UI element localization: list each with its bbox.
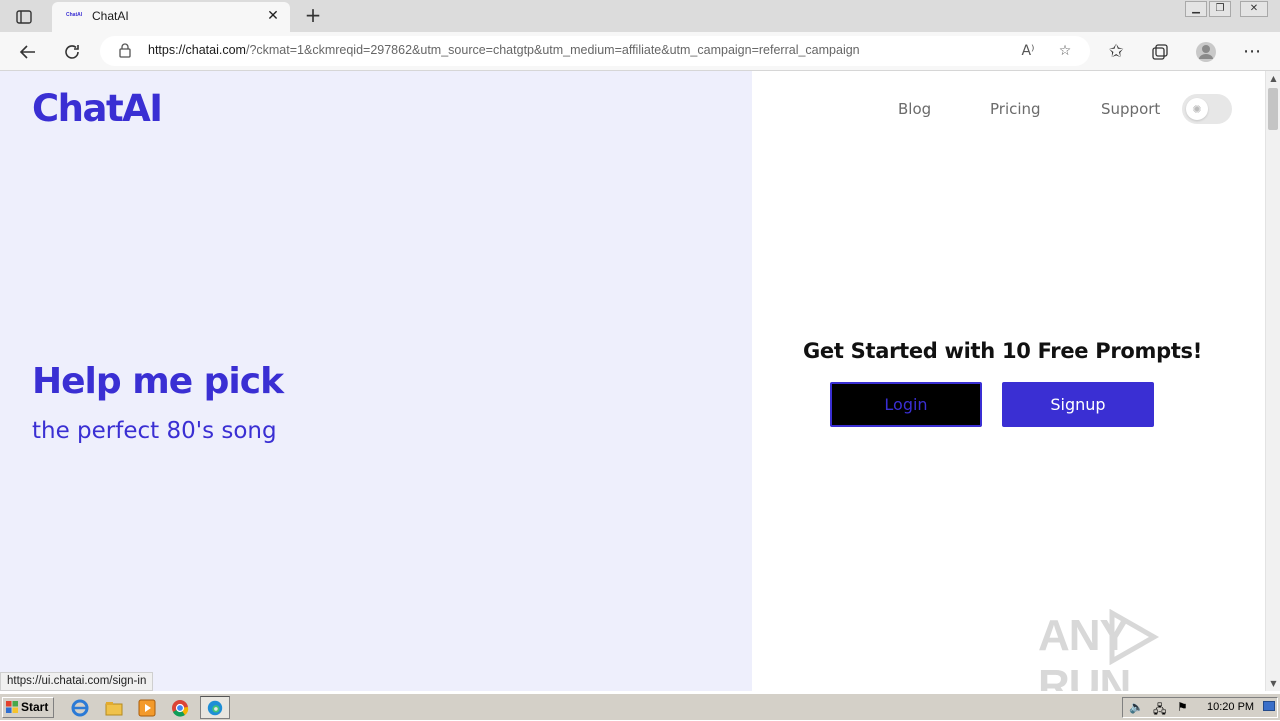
url-text[interactable]: https://chatai.com/?ckmat=1&ckmreqid=297… (148, 43, 860, 57)
site-logo[interactable]: ChatAI (32, 87, 163, 130)
edge-taskbar-button[interactable] (200, 696, 230, 719)
browser-tab-chatai[interactable]: ChatAI ChatAI ✕ (52, 2, 290, 32)
lock-icon[interactable] (118, 42, 132, 58)
profile-avatar-icon[interactable] (1192, 38, 1220, 66)
tab-favicon-icon: ChatAI (66, 12, 83, 18)
browser-tab-strip: ChatAI ChatAI ✕ + ▁ ❐ ✕ (0, 0, 1280, 32)
login-button[interactable]: Login (830, 382, 982, 427)
page-viewport: ChatAI Help me pick the perfect 80's son… (0, 71, 1265, 691)
tab-title: ChatAI (92, 9, 129, 23)
start-button[interactable]: Start (2, 697, 54, 718)
nav-link-blog[interactable]: Blog (898, 100, 931, 118)
collections-icon[interactable] (1146, 38, 1174, 66)
theme-toggle[interactable]: ✺ (1182, 94, 1232, 124)
start-label: Start (21, 700, 49, 714)
cta-title: Get Started with 10 Free Prompts! (803, 339, 1203, 363)
file-explorer-icon[interactable] (104, 698, 124, 718)
browser-toolbar: https://chatai.com/?ckmat=1&ckmreqid=297… (0, 32, 1280, 71)
restore-icon[interactable]: ❐ (1209, 1, 1231, 17)
internet-explorer-icon[interactable] (70, 698, 90, 718)
tab-actions-button[interactable] (8, 6, 40, 28)
nav-link-pricing[interactable]: Pricing (990, 100, 1041, 118)
edge-icon (207, 700, 223, 716)
hero-subline: the perfect 80's song (32, 418, 277, 444)
favorites-icon[interactable]: ✩ (1102, 38, 1130, 66)
system-tray: 🔈 🖧 ⚑ 10:20 PM (1122, 697, 1278, 718)
sun-icon: ✺ (1186, 98, 1208, 120)
media-player-icon[interactable] (137, 698, 157, 718)
action-center-flag-icon[interactable]: ⚑ (1177, 700, 1188, 714)
more-menu-icon[interactable]: ⋯ (1238, 38, 1266, 66)
tab-close-icon[interactable]: ✕ (264, 7, 282, 25)
window-close-icon[interactable]: ✕ (1240, 1, 1268, 17)
page-scrollbar[interactable]: ▲ ▼ (1265, 71, 1280, 691)
signup-button[interactable]: Signup (1002, 382, 1154, 427)
windows-flag-icon (6, 701, 18, 713)
chrome-icon[interactable] (170, 698, 190, 718)
scroll-down-icon[interactable]: ▼ (1266, 676, 1280, 691)
show-desktop-icon[interactable] (1263, 701, 1275, 711)
add-favorite-icon[interactable]: ☆ (1055, 42, 1075, 60)
address-bar[interactable]: https://chatai.com/?ckmat=1&ckmreqid=297… (100, 36, 1090, 66)
play-logo-icon (1109, 609, 1160, 665)
back-icon[interactable] (14, 38, 42, 66)
network-icon[interactable]: 🖧 (1153, 700, 1166, 721)
taskbar-clock[interactable]: 10:20 PM (1207, 701, 1254, 713)
scroll-thumb[interactable] (1268, 88, 1278, 130)
new-tab-icon[interactable]: + (302, 4, 324, 26)
windows-taskbar: Start 🔈 🖧 ⚑ 10:20 PM (0, 693, 1280, 720)
refresh-icon[interactable] (58, 38, 86, 66)
hero-headline: Help me pick (32, 361, 284, 402)
minimize-icon[interactable]: ▁ (1185, 1, 1207, 17)
tab-actions-icon (16, 10, 32, 24)
scroll-up-icon[interactable]: ▲ (1266, 71, 1280, 86)
hero-panel: ChatAI Help me pick the perfect 80's son… (0, 71, 752, 691)
read-aloud-icon[interactable]: A⁾ (1018, 42, 1038, 60)
status-bar-link: https://ui.chatai.com/sign-in (0, 672, 154, 691)
volume-icon[interactable]: 🔈 (1129, 700, 1144, 714)
nav-link-support[interactable]: Support (1101, 100, 1160, 118)
